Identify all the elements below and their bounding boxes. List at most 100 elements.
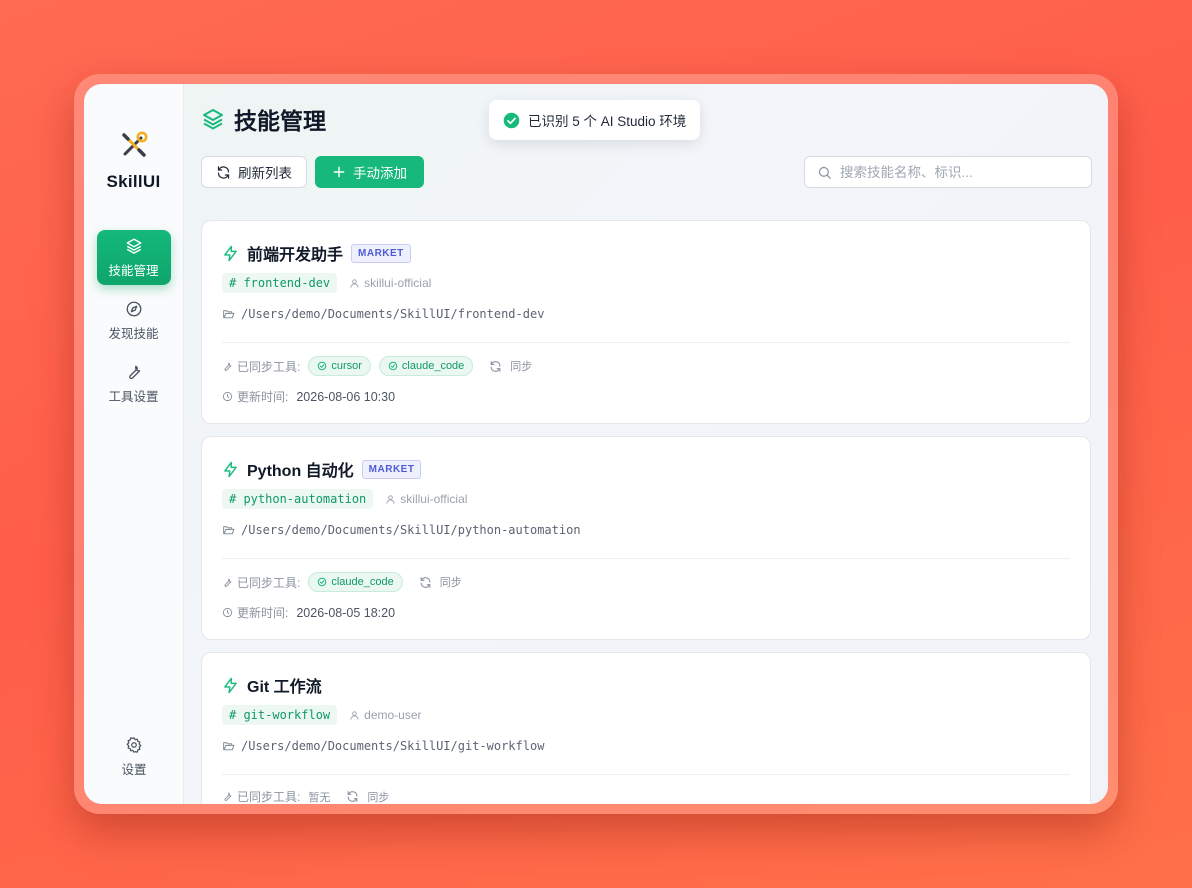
add-label: 手动添加 [353, 166, 407, 181]
skill-slug: # python-automation [222, 489, 374, 509]
sidebar: SkillUI 技能管理 发现技能 工具设置 设置 [84, 84, 184, 804]
layers-icon [203, 109, 223, 130]
author-name: skillui-official [364, 276, 432, 290]
synced-tools-text: 已同步工具: [237, 359, 301, 374]
sidebar-item-label: 发现技能 [108, 326, 159, 341]
updated-label: 更新时间: [222, 388, 288, 405]
time-row: 更新时间: 2026-08-06 10:30 [222, 388, 395, 405]
synced-tools-text: 已同步工具: [237, 575, 301, 590]
tool-chips: claude_code [308, 572, 403, 592]
wrench-icon [224, 362, 232, 371]
market-badge: MARKET [351, 243, 411, 263]
skill-author: skillui-official [385, 492, 467, 506]
user-icon [350, 278, 359, 288]
skill-card[interactable]: Git 工作流 # git-workflow demo-user /Users/… [201, 652, 1091, 804]
skill-title: Git 工作流 [247, 679, 322, 696]
skill-slug: # git-workflow [222, 705, 338, 725]
refresh-label: 刷新列表 [238, 166, 292, 181]
tool-chip-label: claude_code [401, 360, 465, 372]
add-skill-button[interactable]: 手动添加 [315, 156, 424, 188]
market-badge: MARKET [361, 459, 422, 479]
skill-title: Python 自动化 [247, 463, 354, 480]
path-row: /Users/demo/Documents/SkillUI/git-workfl… [222, 739, 544, 753]
layers-icon [126, 238, 141, 254]
skill-slug: # frontend-dev [222, 273, 338, 293]
tool-chips: cursor claude_code [308, 356, 474, 376]
wrench-icon [224, 792, 232, 801]
refresh-icon [490, 360, 501, 372]
wrench-icon [224, 578, 232, 587]
sync-button[interactable]: 同步 [346, 789, 389, 805]
toast-notification: 已识别 5 个 AI Studio 环境 [489, 100, 701, 140]
folder-open-icon [223, 525, 235, 534]
skill-title: 前端开发助手 [247, 247, 344, 264]
skill-author: skillui-official [349, 276, 431, 290]
skill-path: /Users/demo/Documents/SkillUI/git-workfl… [241, 739, 545, 753]
synced-tools-text: 已同步工具: [237, 790, 301, 804]
skill-path: /Users/demo/Documents/SkillUI/frontend-d… [241, 307, 545, 321]
sync-label: 同步 [439, 577, 462, 589]
synced-tools-label: 已同步工具: [222, 358, 300, 375]
toast-text: 已识别 5 个 AI Studio 环境 [528, 114, 687, 129]
tool-chip: claude_code [378, 356, 474, 376]
main-content: 技能管理 已识别 5 个 AI Studio 环境 刷新列表 手动添加 搜索技能… [184, 84, 1108, 804]
time-row: 更新时间: 2026-08-05 18:20 [222, 604, 395, 621]
sync-row: 已同步工具: 暂无 同步 [222, 788, 389, 804]
refresh-icon [420, 576, 431, 588]
check-circle-icon [388, 361, 398, 371]
page-header: 技能管理 [201, 102, 326, 136]
user-icon [350, 710, 359, 720]
app-name: SkillUI [106, 172, 161, 191]
refresh-icon [217, 165, 230, 179]
sidebar-item-discover[interactable]: 发现技能 [97, 293, 171, 348]
skill-author: demo-user [349, 708, 422, 722]
clock-icon [222, 391, 233, 402]
divider [222, 558, 1070, 559]
sync-label: 同步 [367, 791, 390, 804]
author-name: skillui-official [400, 492, 468, 506]
tool-chip-label: claude_code [331, 576, 394, 588]
skill-card[interactable]: 前端开发助手 MARKET # frontend-dev skillui-off… [201, 220, 1091, 424]
author-name: demo-user [364, 708, 422, 722]
settings-label: 设置 [121, 762, 147, 777]
tools-logo-icon [121, 131, 147, 157]
gear-icon [126, 736, 142, 753]
sidebar-item-skill-management[interactable]: 技能管理 [96, 230, 171, 285]
sidebar-item-label: 技能管理 [108, 263, 159, 278]
tool-chips: 暂无 [308, 789, 330, 805]
skill-path: /Users/demo/Documents/SkillUI/python-aut… [241, 523, 581, 537]
tool-chip: cursor [308, 356, 371, 376]
sidebar-item-tool-settings[interactable]: 工具设置 [97, 356, 171, 411]
user-icon [386, 494, 395, 504]
clock-icon [222, 607, 233, 618]
search-input[interactable] [840, 164, 1079, 180]
plus-icon [333, 166, 345, 178]
card-title-row: Python 自动化 MARKET [222, 457, 422, 481]
no-tools-text: 暂无 [308, 791, 331, 804]
app-window: SkillUI 技能管理 发现技能 工具设置 设置 技能管理 已识别 5 个 A… [84, 84, 1108, 804]
folder-open-icon [223, 309, 235, 318]
refresh-icon [347, 791, 358, 802]
card-title-row: Git 工作流 [222, 673, 322, 697]
lightning-icon [224, 461, 237, 477]
lightning-icon [224, 677, 237, 693]
page-title: 技能管理 [234, 108, 326, 134]
updated-label: 更新时间: [222, 604, 288, 621]
meta-row: # git-workflow demo-user [222, 705, 422, 725]
tool-chip: claude_code [308, 572, 403, 592]
refresh-list-button[interactable]: 刷新列表 [201, 156, 307, 188]
sync-button[interactable]: 同步 [489, 358, 532, 374]
sync-button[interactable]: 同步 [419, 574, 462, 590]
check-circle-icon [318, 361, 327, 371]
wrench-icon [128, 365, 140, 379]
card-title-row: 前端开发助手 MARKET [222, 241, 411, 265]
tool-chip-label: cursor [331, 360, 362, 372]
meta-row: # python-automation skillui-official [222, 489, 467, 509]
skill-card[interactable]: Python 自动化 MARKET # python-automation sk… [201, 436, 1091, 640]
sync-row: 已同步工具: claude_code 同步 [222, 572, 462, 592]
path-row: /Users/demo/Documents/SkillUI/python-aut… [222, 523, 581, 537]
path-row: /Users/demo/Documents/SkillUI/frontend-d… [222, 307, 544, 321]
toolbar: 刷新列表 手动添加 [201, 156, 424, 188]
sidebar-settings[interactable]: 设置 [97, 729, 171, 784]
updated-time: 2026-08-05 18:20 [296, 605, 396, 620]
